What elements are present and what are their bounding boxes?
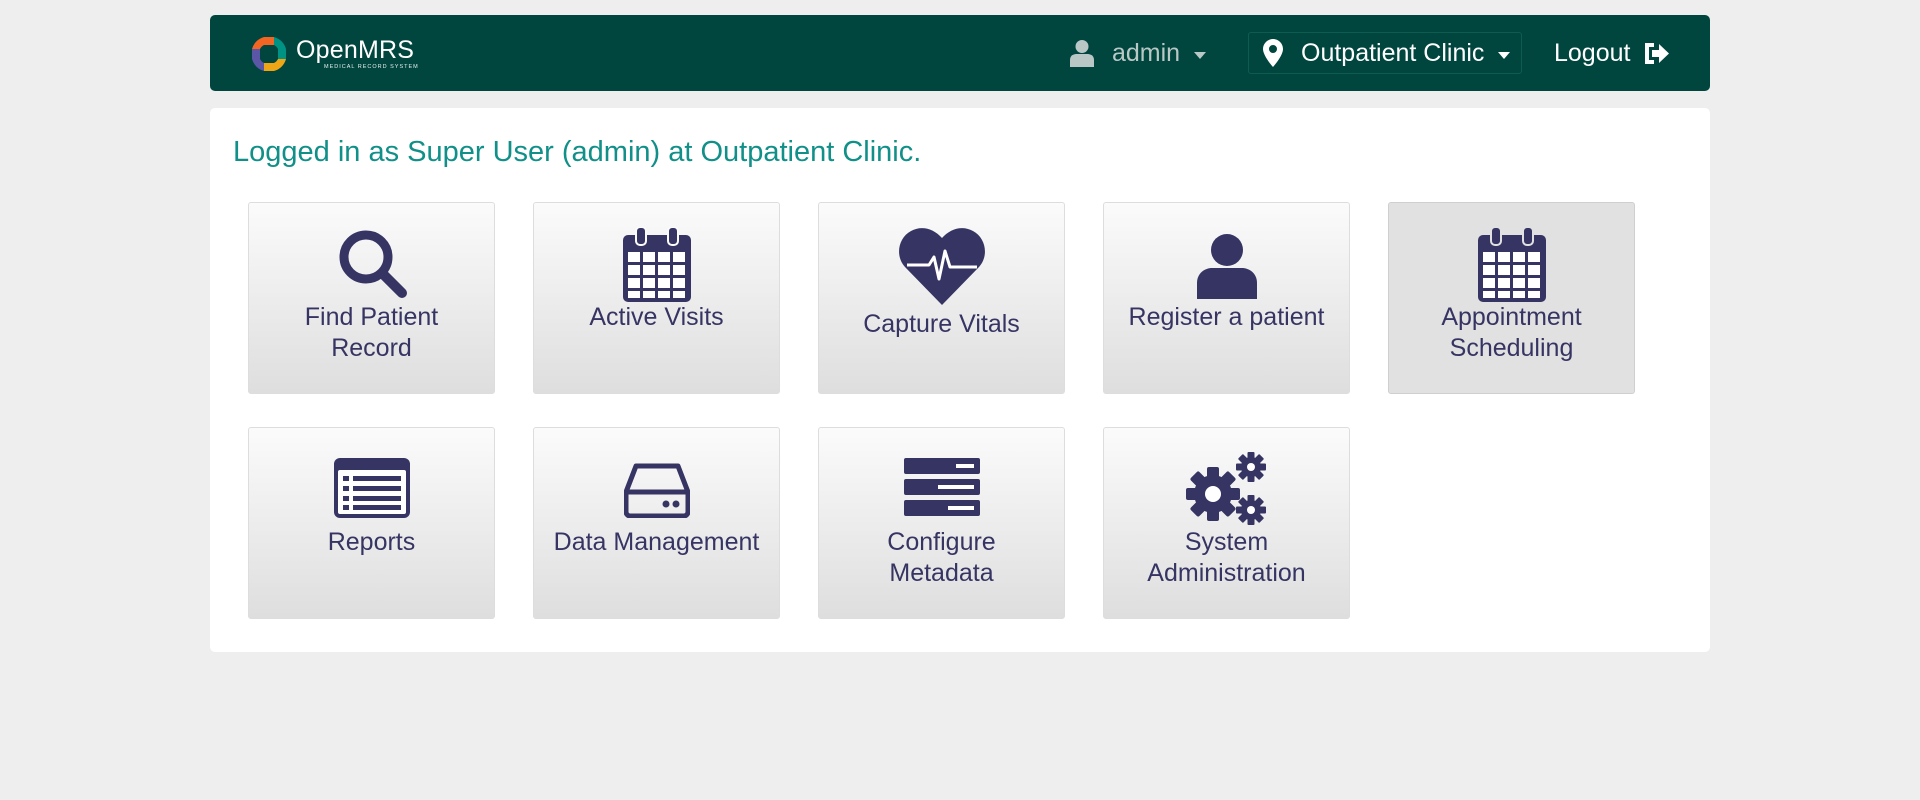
heartbeat-icon [898,228,985,305]
app-label: Appointment Scheduling [1441,303,1582,362]
sign-out-icon [1645,42,1670,64]
user-icon [1196,234,1257,299]
hdd-icon [623,463,690,518]
app-label: Capture Vitals [863,310,1020,338]
user-icon [1070,40,1094,67]
top-header: OpenMRS MEDICAL RECORD SYSTEM admin Outp… [210,15,1710,91]
server-icon [903,458,980,516]
list-alt-icon [333,458,410,518]
logo-subtitle: MEDICAL RECORD SYSTEM [324,63,419,70]
location-menu[interactable]: Outpatient Clinic [1248,32,1522,74]
app-find-patient-record[interactable]: Find Patient Record [248,202,495,394]
map-marker-icon [1263,39,1283,67]
user-menu[interactable]: admin [1070,15,1207,91]
app-label: Find Patient Record [304,303,439,362]
location-label: Outpatient Clinic [1301,38,1485,67]
app-configure-metadata[interactable]: Configure Metadata [818,427,1065,619]
app-label: Reports [327,528,416,556]
logout-link[interactable]: Logout [1554,15,1670,91]
app-active-visits[interactable]: Active Visits [533,202,780,394]
app-register-a-patient[interactable]: Register a patient [1103,202,1350,394]
search-icon [339,230,407,298]
calendar-icon [622,227,691,302]
openmrs-logo-icon [252,37,286,71]
app-capture-vitals[interactable]: Capture Vitals [818,202,1065,394]
app-label: System Administration [1147,528,1306,587]
chevron-down-icon [1194,51,1207,59]
calendar-icon [1477,227,1546,302]
app-label: Data Management [553,528,760,556]
user-label: admin [1112,38,1181,67]
main-panel: Logged in as Super User (admin) at Outpa… [210,108,1710,652]
app-appointment-scheduling[interactable]: Appointment Scheduling [1388,202,1635,394]
chevron-down-icon [1498,51,1511,59]
app-system-administration[interactable]: System Administration [1103,427,1350,619]
app-data-management[interactable]: Data Management [533,427,780,619]
logo-name: OpenMRS [296,35,415,64]
cogs-icon [1185,452,1266,525]
app-label: Register a patient [1128,303,1325,331]
app-label: Active Visits [589,303,724,331]
logout-label: Logout [1554,38,1631,67]
openmrs-logo[interactable]: OpenMRS MEDICAL RECORD SYSTEM [248,33,419,75]
app-label: Configure Metadata [887,528,996,587]
welcome-message: Logged in as Super User (admin) at Outpa… [233,136,922,168]
app-reports[interactable]: Reports [248,427,495,619]
